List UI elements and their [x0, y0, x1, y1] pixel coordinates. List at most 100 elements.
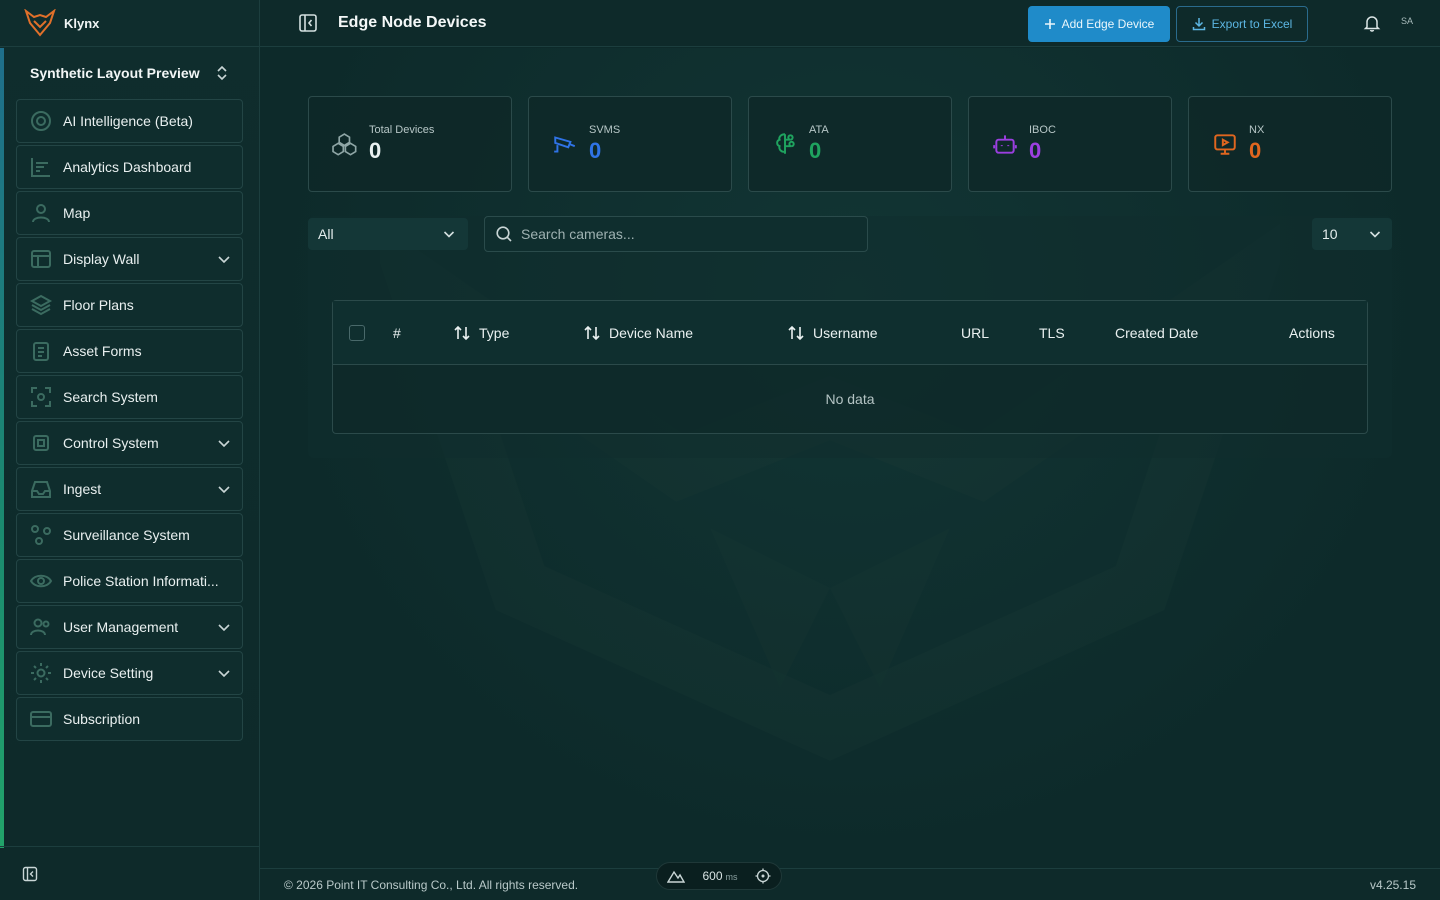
- sidebar-item-label: Police Station Informati...: [63, 573, 219, 589]
- type-filter-select[interactable]: All: [308, 218, 468, 250]
- search-icon: [496, 226, 512, 242]
- cctv-icon: [551, 130, 579, 158]
- sidebar-item-label: Control System: [63, 435, 159, 451]
- sidebar-item-label: Search System: [63, 389, 158, 405]
- layers-icon: [27, 291, 55, 319]
- column-device-name-label: Device Name: [609, 325, 694, 341]
- stats-cards: Total Devices 0 SVMS 0 ATA 0 IBOC 0 NX 0: [308, 96, 1392, 192]
- stat-text: NX 0: [1249, 124, 1264, 164]
- page-size-value: 10: [1322, 226, 1338, 242]
- sidebar-item-label: Analytics Dashboard: [63, 159, 192, 175]
- stat-value: 0: [809, 138, 822, 163]
- stat-text: ATA 0: [809, 124, 829, 164]
- chevron-down-icon: [218, 486, 230, 494]
- brand-name: Klynx: [64, 15, 100, 31]
- chip-icon: [27, 429, 55, 457]
- sidebar-item-ai-intelligence-beta[interactable]: AI Intelligence (Beta): [16, 99, 243, 143]
- sidebar: Klynx Synthetic Layout Preview AI Intell…: [0, 0, 260, 900]
- page-footer: © 2026 Point IT Consulting Co., Ltd. All…: [260, 868, 1440, 900]
- target-icon: [27, 107, 55, 135]
- sidebar-item-police-station-informati[interactable]: Police Station Informati...: [16, 559, 243, 603]
- brain-icon: [771, 130, 799, 158]
- fox-logo-icon: [24, 9, 56, 37]
- type-filter-value: All: [318, 226, 334, 242]
- collapse-sidebar-icon[interactable]: [22, 866, 38, 882]
- stat-card-svms: SVMS 0: [528, 96, 732, 192]
- devices-panel: All 10 #: [308, 216, 1392, 458]
- sidebar-item-map[interactable]: Map: [16, 191, 243, 235]
- card-icon: [27, 705, 55, 733]
- sidebar-item-asset-forms[interactable]: Asset Forms: [16, 329, 243, 373]
- stat-title: NX: [1249, 124, 1265, 136]
- download-icon: [1192, 18, 1205, 31]
- add-edge-device-label: Add Edge Device: [1061, 17, 1155, 31]
- users-icon: [27, 613, 55, 641]
- layout-icon: [27, 245, 55, 273]
- sidebar-item-label: Map: [63, 205, 91, 221]
- plus-icon: [1044, 19, 1055, 29]
- sidebar-item-ingest[interactable]: Ingest: [16, 467, 243, 511]
- stat-card-nx: NX 0: [1188, 96, 1392, 192]
- search-input[interactable]: [521, 226, 841, 242]
- column-actions: Actions: [1289, 325, 1335, 341]
- eye-icon: [27, 567, 55, 595]
- robot-icon: [991, 130, 1019, 158]
- column-type[interactable]: Type: [453, 301, 509, 365]
- stat-value: 0: [589, 138, 602, 163]
- sidebar-item-subscription[interactable]: Subscription: [16, 697, 243, 741]
- sidebar-item-label: Asset Forms: [63, 343, 142, 359]
- sidebar-item-label: AI Intelligence (Beta): [63, 113, 193, 129]
- chevron-up-down-icon: [217, 65, 227, 81]
- sidebar-item-analytics-dashboard[interactable]: Analytics Dashboard: [16, 145, 243, 189]
- page-size-select[interactable]: 10: [1312, 218, 1392, 250]
- search-box[interactable]: [484, 216, 868, 252]
- column-url: URL: [961, 325, 990, 341]
- nodes-icon: [27, 521, 55, 549]
- sidebar-item-label: User Management: [63, 619, 179, 635]
- copyright-text: © 2026 Point IT Consulting Co., Ltd. All…: [284, 877, 579, 892]
- table-header: # Type Device Name Username URL TLS Crea…: [333, 301, 1367, 365]
- select-all-checkbox[interactable]: [349, 325, 365, 341]
- stat-text: IBOC 0: [1029, 124, 1056, 164]
- stat-text: SVMS 0: [589, 124, 620, 164]
- column-created-date: Created Date: [1115, 325, 1199, 341]
- sidebar-item-control-system[interactable]: Control System: [16, 421, 243, 465]
- brand[interactable]: Klynx: [0, 0, 259, 47]
- sidebar-item-surveillance-system[interactable]: Surveillance System: [16, 513, 243, 557]
- page-title: Edge Node Devices: [338, 14, 487, 31]
- chevron-down-icon: [218, 440, 230, 448]
- sidebar-nav: AI Intelligence (Beta) Analytics Dashboar…: [0, 99, 259, 741]
- mountain-icon: [667, 870, 685, 883]
- sidebar-item-label: Device Setting: [63, 665, 154, 681]
- sidebar-item-device-setting[interactable]: Device Setting: [16, 651, 243, 695]
- column-username[interactable]: Username: [787, 301, 878, 365]
- sidebar-item-search-system[interactable]: Search System: [16, 375, 243, 419]
- stat-value: 0: [1249, 138, 1262, 163]
- column-tls: TLS: [1039, 325, 1065, 341]
- column-device-name[interactable]: Device Name: [583, 301, 693, 365]
- sidebar-item-floor-plans[interactable]: Floor Plans: [16, 283, 243, 327]
- crosshair-icon: [755, 868, 771, 884]
- stat-title: SVMS: [589, 124, 621, 136]
- avatar[interactable]: SA: [1401, 16, 1413, 26]
- sidebar-toggle-icon[interactable]: [298, 13, 318, 33]
- perf-value: 600: [702, 869, 723, 883]
- sidebar-item-label: Surveillance System: [63, 527, 190, 543]
- bell-icon[interactable]: [1363, 14, 1381, 32]
- sidebar-item-user-management[interactable]: User Management: [16, 605, 243, 649]
- column-index: #: [393, 325, 401, 341]
- sidebar-item-label: Ingest: [63, 481, 102, 497]
- select-all-cell: [349, 301, 365, 365]
- chevron-down-icon: [218, 670, 230, 678]
- gear-icon: [27, 659, 55, 687]
- scan-icon: [27, 383, 55, 411]
- monitor-play-icon: [1211, 130, 1239, 158]
- performance-widget[interactable]: 600 ms: [656, 862, 782, 890]
- main-content: Total Devices 0 SVMS 0 ATA 0 IBOC 0 NX 0 All 10: [260, 48, 1440, 868]
- add-edge-device-button[interactable]: Add Edge Device: [1028, 6, 1170, 42]
- sidebar-item-display-wall[interactable]: Display Wall: [16, 237, 243, 281]
- sort-icon: [788, 325, 804, 341]
- workspace-switcher[interactable]: Synthetic Layout Preview: [0, 47, 259, 99]
- export-excel-button[interactable]: Export to Excel: [1176, 6, 1308, 42]
- version-text: v4.25.15: [1369, 877, 1416, 892]
